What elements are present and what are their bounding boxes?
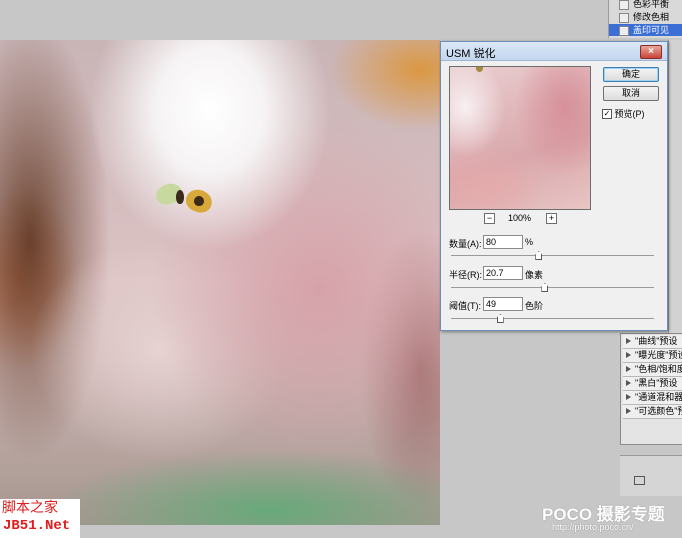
layer-name: 色彩平衡 (633, 0, 670, 9)
amount-slider-track[interactable] (451, 255, 654, 256)
layers-panel: 色彩平衡 修改色相 盖印可见 (608, 0, 682, 38)
usm-sharpen-dialog: USM 锐化 × − 100% + 确定 取消 ✓ 预览(P) 数量(A): 8… (440, 41, 668, 331)
preset-item[interactable]: "通道混和器"预设 (623, 391, 682, 405)
layer-row[interactable]: 色彩平衡 (609, 0, 682, 10)
expand-arrow-icon[interactable] (626, 380, 631, 386)
radius-slider-track[interactable] (451, 287, 654, 288)
layer-name: 盖印可见 (633, 25, 670, 35)
expand-arrow-icon[interactable] (626, 394, 631, 400)
radius-unit: 像素 (525, 270, 544, 280)
preset-item[interactable]: "曲线"预设 (623, 335, 682, 349)
radius-label: 半径(R): (449, 270, 482, 280)
zoom-out-button[interactable]: − (484, 213, 495, 224)
preview-window[interactable] (449, 66, 591, 210)
threshold-unit: 色阶 (525, 301, 544, 311)
watermark-url: http://photo.poco.cn/ (552, 522, 634, 532)
preview-option[interactable]: ✓ 预览(P) (602, 109, 645, 119)
visibility-icon[interactable] (619, 0, 629, 10)
panel-footer (620, 455, 682, 496)
preset-item[interactable]: "可选颜色"预设 (623, 405, 682, 419)
cancel-button[interactable]: 取消 (603, 86, 659, 101)
preset-label: "黑白"预设 (635, 378, 678, 388)
butterfly-image (153, 180, 216, 216)
preview-label: 预览(P) (614, 109, 645, 119)
expand-arrow-icon[interactable] (626, 408, 631, 414)
preset-label: "曝光度"预设 (635, 350, 682, 360)
zoom-in-button[interactable]: + (546, 213, 557, 224)
poco-watermark: POCO 摄影专题 http://photo.poco.cn/ (542, 500, 682, 538)
preset-label: "可选颜色"预设 (635, 406, 682, 416)
adjustments-panel-edge (668, 40, 682, 340)
preset-label: "色相/饱和度"预设 (635, 364, 682, 374)
preset-item[interactable]: "色相/饱和度"预设 (623, 363, 682, 377)
layer-row-selected[interactable]: 盖印可见 (609, 24, 682, 36)
amount-unit: % (525, 237, 534, 247)
preset-label: "曲线"预设 (635, 336, 678, 346)
amount-label: 数量(A): (449, 239, 482, 249)
threshold-input[interactable]: 49 (483, 297, 523, 311)
site-watermark: 脚本之家 JB51.Net (0, 499, 80, 538)
expand-arrow-icon[interactable] (626, 366, 631, 372)
threshold-slider-thumb[interactable] (496, 314, 504, 323)
document-canvas[interactable] (0, 40, 440, 525)
ok-button[interactable]: 确定 (603, 67, 659, 82)
threshold-slider-track[interactable] (451, 318, 654, 319)
layer-row[interactable]: 修改色相 (609, 11, 682, 23)
watermark-text: 脚本之家 (2, 499, 58, 515)
amount-input[interactable]: 80 (483, 235, 523, 249)
dialog-title: USM 锐化 (446, 48, 496, 60)
preset-item[interactable]: "黑白"预设 (623, 377, 682, 391)
preset-item[interactable]: "曝光度"预设 (623, 349, 682, 363)
expand-arrow-icon[interactable] (626, 352, 631, 358)
visibility-icon[interactable] (619, 26, 629, 36)
layer-name: 修改色相 (633, 12, 670, 22)
preview-checkbox[interactable]: ✓ (602, 109, 612, 119)
dialog-titlebar[interactable]: USM 锐化 × (441, 42, 667, 61)
expand-arrow-icon[interactable] (626, 338, 631, 344)
preview-detail (476, 67, 483, 72)
clip-layer-icon[interactable] (634, 476, 645, 485)
threshold-label: 阈值(T): (449, 301, 481, 311)
radius-slider-thumb[interactable] (541, 283, 549, 292)
preset-label: "通道混和器"预设 (635, 392, 682, 402)
adjustment-presets-list: "曲线"预设 "曝光度"预设 "色相/饱和度"预设 "黑白"预设 "通道混和器"… (620, 333, 682, 445)
close-button[interactable]: × (640, 45, 662, 59)
zoom-level: 100% (508, 213, 532, 223)
radius-input[interactable]: 20.7 (483, 266, 523, 280)
visibility-icon[interactable] (619, 13, 629, 23)
amount-slider-thumb[interactable] (535, 251, 543, 260)
watermark-url: JB51.Net (3, 518, 71, 534)
